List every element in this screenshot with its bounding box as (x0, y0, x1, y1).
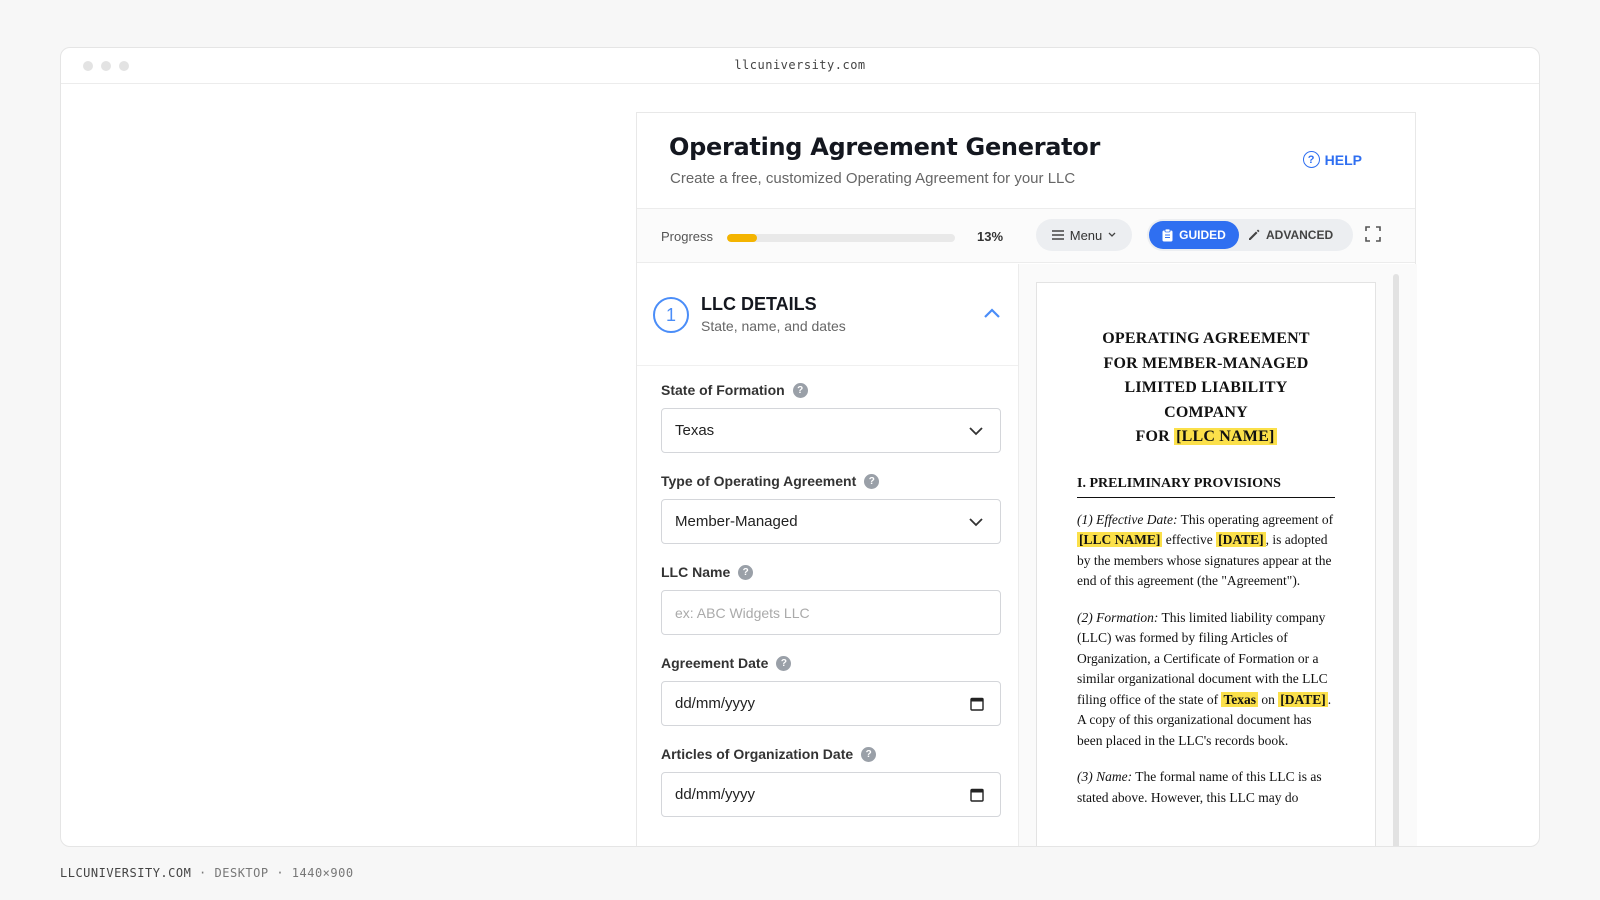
field-llc-name: LLC Name ? ex: ABC Widgets LLC (661, 562, 1001, 635)
paragraph-label: (2) Formation: (1077, 609, 1159, 625)
browser-titlebar: llcuniversity.com (61, 48, 1539, 84)
form-panel: 1 LLC DETAILS State, name, and dates Sta… (637, 264, 1019, 846)
help-tooltip-icon[interactable]: ? (738, 564, 754, 580)
articles-date-input[interactable]: dd/mm/yyyy (661, 772, 1001, 817)
date-value: dd/mm/yyyy (675, 695, 756, 712)
llc-name-placeholder: [LLC NAME] (1174, 428, 1277, 445)
field-label: LLC Name (661, 564, 731, 580)
toolbar: Progress 13% Menu GUIDED ADVANCED (637, 209, 1415, 263)
caption-size: 1440×900 (291, 866, 354, 880)
help-icon: ? (1302, 151, 1320, 168)
calendar-icon[interactable] (970, 787, 984, 802)
chevron-down-icon (969, 518, 983, 527)
document-preview: OPERATING AGREEMENT FOR MEMBER-MANAGED L… (1036, 282, 1376, 846)
step-number: 1 (653, 297, 689, 333)
date-placeholder: [DATE] (1278, 691, 1328, 707)
document-section-heading: I. PRELIMINARY PROVISIONS (1077, 476, 1335, 498)
mode-advanced-button[interactable]: ADVANCED (1247, 221, 1333, 249)
section-header-llc-details[interactable]: 1 LLC DETAILS State, name, and dates (637, 264, 1018, 366)
title-line: FOR [LLC NAME] (1077, 425, 1335, 450)
field-label: Type of Operating Agreement (661, 473, 857, 489)
help-tooltip-icon[interactable]: ? (861, 746, 877, 762)
progress-label: Progress (661, 229, 714, 244)
mode-advanced-label: ADVANCED (1266, 228, 1334, 242)
title-line: OPERATING AGREEMENT (1102, 330, 1310, 347)
date-placeholder: [DATE] (1216, 532, 1266, 547)
section-subtitle: State, name, and dates (701, 318, 846, 334)
llc-name-input[interactable]: ex: ABC Widgets LLC (661, 590, 1001, 635)
caption-device: DESKTOP (214, 866, 269, 880)
menu-button[interactable]: Menu (1036, 219, 1132, 251)
document-title: OPERATING AGREEMENT FOR MEMBER-MANAGED L… (1077, 327, 1335, 450)
llc-name-placeholder: [LLC NAME] (1077, 532, 1163, 547)
help-label: HELP (1324, 151, 1362, 168)
clipboard-icon (1162, 228, 1173, 241)
chevron-down-icon (1108, 232, 1116, 237)
app-header: Operating Agreement Generator Create a f… (637, 113, 1415, 209)
caption-separator: · (191, 866, 215, 880)
state-select[interactable]: Texas (661, 408, 1001, 453)
help-tooltip-icon[interactable]: ? (776, 655, 792, 671)
select-value: Member-Managed (675, 513, 798, 530)
paragraph-text: effective (1162, 532, 1217, 547)
document-paragraph: (1) Effective Date: This operating agree… (1077, 510, 1335, 592)
mode-guided-button[interactable]: GUIDED (1149, 221, 1239, 249)
help-tooltip-icon[interactable]: ? (792, 382, 808, 398)
generator-app: Operating Agreement Generator Create a f… (636, 112, 1417, 846)
preview-panel: OPERATING AGREEMENT FOR MEMBER-MANAGED L… (1019, 264, 1417, 846)
help-tooltip-icon[interactable]: ? (864, 473, 880, 489)
state-placeholder: Texas (1221, 691, 1258, 707)
url-bar[interactable]: llcuniversity.com (61, 58, 1539, 72)
field-agreement-type: Type of Operating Agreement ? Member-Man… (661, 471, 1001, 544)
browser-window: llcuniversity.com Operating Agreement Ge… (60, 47, 1540, 847)
agreement-type-select[interactable]: Member-Managed (661, 499, 1001, 544)
mode-guided-label: GUIDED (1179, 228, 1226, 242)
paragraph-text: on (1257, 691, 1279, 707)
document-paragraph: (2) Formation: This limited liability co… (1077, 608, 1335, 752)
field-label: State of Formation (661, 382, 785, 398)
paragraph-label: (3) Name: (1077, 769, 1133, 784)
field-label: Agreement Date (661, 655, 769, 671)
progress-percent: 13% (977, 229, 1004, 244)
help-button[interactable]: ? HELP (1302, 151, 1362, 168)
progress-fill (727, 234, 757, 242)
select-value: Texas (675, 422, 715, 439)
title-line: LIMITED LIABILITY (1124, 379, 1288, 396)
page-title: Operating Agreement Generator (669, 133, 1101, 161)
caption-separator: · (268, 866, 292, 880)
paragraph-text: This operating agreement of (1177, 511, 1334, 527)
title-for: FOR (1135, 428, 1175, 445)
caption-site: LLCUNIVERSITY.COM (60, 866, 192, 880)
chevron-up-icon[interactable] (982, 306, 1002, 320)
hamburger-icon (1051, 230, 1064, 240)
menu-label: Menu (1069, 227, 1103, 243)
calendar-icon[interactable] (970, 696, 984, 711)
date-value: dd/mm/yyyy (675, 786, 756, 803)
screenshot-caption: LLCUNIVERSITY.COM · DESKTOP · 1440×900 (60, 866, 354, 880)
section-title: LLC DETAILS (701, 294, 817, 314)
page-subtitle: Create a free, customized Operating Agre… (670, 170, 1076, 187)
field-state-of-formation: State of Formation ? Texas (661, 380, 1001, 453)
field-label: Articles of Organization Date (661, 746, 854, 762)
mode-toggle: GUIDED ADVANCED (1147, 219, 1353, 251)
field-agreement-date: Agreement Date ? dd/mm/yyyy (661, 653, 1001, 726)
fullscreen-icon[interactable] (1365, 226, 1381, 242)
progress-bar (727, 234, 955, 242)
agreement-date-input[interactable]: dd/mm/yyyy (661, 681, 1001, 726)
field-articles-date: Articles of Organization Date ? dd/mm/yy… (661, 744, 1001, 817)
input-placeholder: ex: ABC Widgets LLC (675, 604, 810, 621)
chevron-down-icon (969, 427, 983, 436)
pencil-icon (1249, 229, 1260, 240)
document-paragraph: (3) Name: The formal name of this LLC is… (1077, 767, 1335, 808)
title-line: FOR MEMBER-MANAGED (1103, 354, 1309, 372)
title-line: COMPANY (1164, 403, 1248, 421)
preview-scrollbar[interactable] (1393, 274, 1399, 846)
paragraph-label: (1) Effective Date: (1077, 511, 1178, 527)
